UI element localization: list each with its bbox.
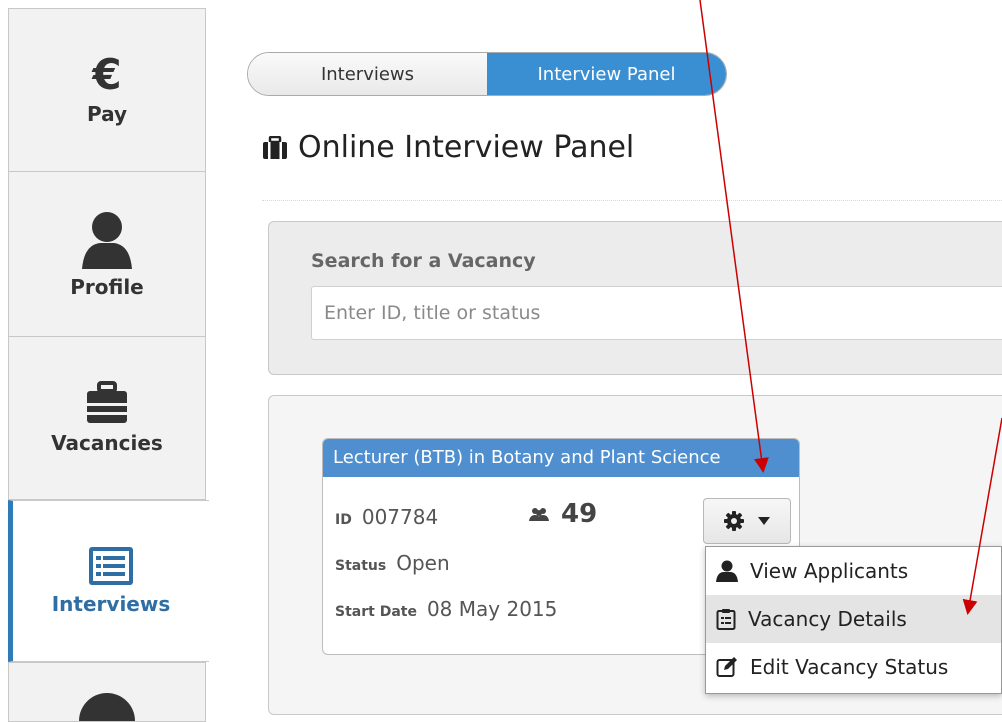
search-label: Search for a Vacancy [311,250,536,272]
applicant-count-value: 49 [561,499,598,529]
sidebar-item-vacancies[interactable]: Vacancies [8,336,206,500]
users-icon [529,508,549,521]
menu-item-view-applicants[interactable]: View Applicants [706,547,1001,595]
tab-interview-panel[interactable]: Interview Panel [487,53,726,95]
sidebar-item-label: Pay [86,102,128,126]
tab-bar: Interviews Interview Panel [247,52,727,96]
briefcase-icon [87,381,127,423]
page-title: Online Interview Panel [262,130,634,165]
actions-dropdown-button[interactable] [703,498,791,544]
menu-item-edit-vacancy-status[interactable]: Edit Vacancy Status [706,643,1001,691]
search-input[interactable] [311,286,1002,340]
menu-item-label: View Applicants [750,559,909,583]
sidebar-item-partial[interactable] [8,662,206,722]
page-title-text: Online Interview Panel [298,130,635,165]
help-icon [79,693,135,721]
applicant-count: 49 [529,499,597,529]
id-label: ID [335,512,352,528]
status-value: Open [396,551,450,575]
clipboard-icon [716,609,736,630]
euro-icon: € [92,50,122,99]
status-label: Status [335,558,387,574]
id-value: 007784 [361,505,439,529]
sidebar-item-interviews[interactable]: Interviews [8,500,209,662]
search-panel: Search for a Vacancy [268,221,1002,375]
vacancy-title[interactable]: Lecturer (BTB) in Botany and Plant Scien… [323,439,799,477]
briefcase-icon [263,135,287,159]
menu-item-vacancy-details[interactable]: Vacancy Details [706,595,1001,643]
vacancy-id: ID 007784 [335,505,438,529]
sidebar: € Pay Profile Vacancies Interviews [0,0,209,722]
sidebar-item-label: Vacancies [51,431,163,455]
user-icon [82,212,132,269]
sidebar-item-profile[interactable]: Profile [8,171,206,337]
vacancy-status: Status Open [335,551,450,575]
menu-item-label: Edit Vacancy Status [750,655,949,679]
tab-interviews[interactable]: Interviews [248,53,487,95]
sidebar-item-pay[interactable]: € Pay [8,8,206,172]
list-icon [89,547,133,585]
caret-down-icon [758,517,770,525]
gear-icon [724,511,744,531]
sidebar-item-label: Interviews [51,592,171,616]
edit-icon [716,657,737,677]
sidebar-item-label: Profile [70,275,144,299]
user-icon [716,560,738,582]
start-date-value: 08 May 2015 [426,597,558,621]
start-date-label: Start Date [335,604,417,620]
actions-menu: View Applicants Vacancy Details Edit Vac… [705,546,1002,694]
vacancy-start-date: Start Date 08 May 2015 [335,597,557,621]
menu-item-label: Vacancy Details [748,607,907,631]
divider [262,200,1002,201]
